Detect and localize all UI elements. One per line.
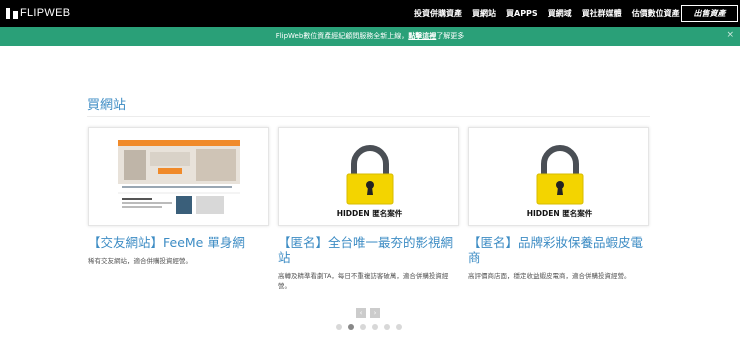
hidden-label: HIDDEN 匿名案件: [336, 209, 403, 218]
website-screenshot-icon: [118, 140, 240, 216]
listing-description: 高轉及精準看劇TA，每日不重複訪客破萬，適合併購投資經營。: [278, 272, 449, 290]
section-divider: [87, 116, 650, 117]
carousel-dot[interactable]: [396, 324, 402, 330]
flipweb-logo[interactable]: FLIPWEB: [6, 6, 70, 20]
sell-asset-button[interactable]: 出售資產: [681, 5, 738, 22]
logo-mark-icon: [13, 10, 18, 19]
section-title: 買網站: [87, 98, 127, 113]
listing-card[interactable]: HIDDEN 匿名案件 【匿名】品牌彩妝保養品蝦皮電商 高評價商店面，穩定收益蝦…: [468, 127, 649, 281]
banner-text-before: FlipWeb數位資產經紀顧問服務全新上線，: [275, 32, 409, 40]
announcement-banner: FlipWeb數位資產經紀顧問服務全新上線，點擊這裡了解更多 ×: [0, 27, 740, 46]
logo-text: FLIPWEB: [20, 7, 71, 19]
listing-description: 高評價商店面，穩定收益蝦皮電商，適合併購投資經營。: [468, 272, 631, 280]
banner-close-icon[interactable]: ×: [726, 30, 734, 40]
carousel-dot[interactable]: [384, 324, 390, 330]
listing-card[interactable]: 【交友網站】FeeMe 單身網 稀有交友網站，適合併購投資經營。: [88, 127, 269, 266]
listing-title[interactable]: 【匿名】品牌彩妝保養品蝦皮電商: [468, 235, 649, 265]
carousel-dot[interactable]: [336, 324, 342, 330]
carousel-pager: ‹ ›: [356, 308, 380, 318]
carousel-next-button[interactable]: ›: [370, 308, 380, 318]
nav-item-buy-domain[interactable]: 買網域: [548, 8, 572, 19]
nav-item-buy-website[interactable]: 買網站: [472, 8, 496, 19]
nav-item-invest[interactable]: 投資併購資產: [414, 8, 462, 19]
website-screenshot-image: [118, 140, 240, 216]
carousel-dot[interactable]: [372, 324, 378, 330]
banner-link[interactable]: 點擊這裡: [408, 32, 436, 40]
carousel-prev-button[interactable]: ‹: [356, 308, 366, 318]
banner-text: FlipWeb數位資產經紀顧問服務全新上線，點擊這裡了解更多: [0, 27, 740, 46]
carousel-dot[interactable]: [360, 324, 366, 330]
nav-item-buy-social[interactable]: 買社群媒體: [582, 8, 622, 19]
listing-title[interactable]: 【匿名】全台唯一最夯的影視網站: [278, 235, 459, 265]
nav-item-valuation[interactable]: 估價數位資產: [632, 8, 680, 19]
carousel-dot-active[interactable]: [348, 324, 354, 330]
listing-thumbnail[interactable]: [88, 127, 269, 226]
listing-thumbnail[interactable]: HIDDEN 匿名案件: [468, 127, 649, 226]
listing-thumbnail[interactable]: HIDDEN 匿名案件: [278, 127, 459, 226]
listing-title[interactable]: 【交友網站】FeeMe 單身網: [88, 235, 269, 250]
banner-text-after: 了解更多: [436, 32, 465, 40]
carousel-dots: [336, 324, 402, 330]
top-navigation-bar: FLIPWEB 投資併購資產 買網站 買APPS 買網域 買社群媒體 估價數位資…: [0, 0, 740, 27]
hidden-label: HIDDEN 匿名案件: [526, 209, 593, 218]
nav-item-buy-apps[interactable]: 買APPS: [506, 8, 538, 19]
listing-description: 稀有交友網站，適合併購投資經營。: [88, 257, 192, 265]
logo-mark-icon: [6, 7, 10, 19]
listing-card[interactable]: HIDDEN 匿名案件 【匿名】全台唯一最夯的影視網站 高轉及精準看劇TA，每日…: [278, 127, 459, 291]
main-nav: 投資併購資產 買網站 買APPS 買網域 買社群媒體 估價數位資產: [414, 8, 680, 19]
